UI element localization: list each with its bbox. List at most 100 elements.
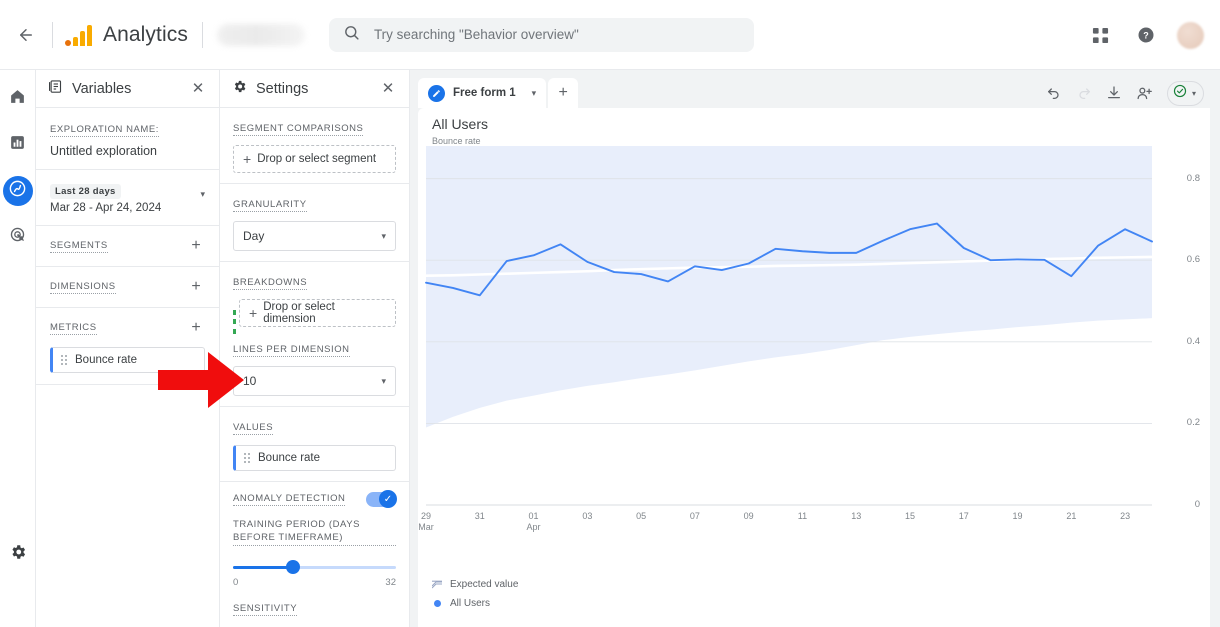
dimensions-label: DIMENSIONS bbox=[50, 280, 116, 294]
gear-icon bbox=[9, 543, 27, 566]
slider-knob[interactable] bbox=[286, 560, 301, 574]
search-icon bbox=[343, 24, 360, 46]
divider bbox=[52, 21, 53, 48]
download-icon[interactable] bbox=[1106, 85, 1122, 101]
close-icon[interactable]: ✕ bbox=[189, 80, 207, 98]
segments-label: SEGMENTS bbox=[50, 239, 108, 253]
chevron-down-icon[interactable]: ▾ bbox=[200, 189, 205, 200]
granularity-label: GRANULARITY bbox=[233, 199, 307, 212]
back-arrow-icon[interactable] bbox=[6, 15, 46, 55]
y-axis-tick: 0 bbox=[1194, 499, 1200, 510]
lines-per-dimension-label: LINES PER DIMENSION bbox=[233, 344, 350, 357]
granularity-select[interactable]: Day ▾ bbox=[233, 221, 396, 251]
x-axis-tick: 17 bbox=[958, 511, 969, 521]
metric-chip-label: Bounce rate bbox=[75, 354, 138, 366]
segment-dropzone-label: Drop or select segment bbox=[257, 153, 377, 165]
green-check-icon bbox=[1173, 84, 1187, 103]
exploration-name-section: EXPLORATION NAME: Untitled exploration bbox=[36, 108, 219, 170]
chevron-down-icon: ▾ bbox=[1191, 88, 1196, 98]
sidebar-item-home[interactable] bbox=[3, 84, 33, 114]
add-person-icon[interactable] bbox=[1136, 85, 1153, 102]
chart-card: All Users Bounce rate 0 0.2 0.4 0.6 0.8 29 Ma… bbox=[418, 108, 1210, 627]
analytics-logo-icon bbox=[65, 24, 92, 46]
date-range-value: Mar 28 - Apr 24, 2024 bbox=[50, 202, 162, 214]
brand-name: Analytics bbox=[103, 22, 188, 46]
training-period-slider[interactable] bbox=[233, 560, 396, 574]
breakdown-dropzone[interactable]: + Drop or select dimension bbox=[239, 299, 396, 327]
tab-free-form-1[interactable]: Free form 1 ▾ bbox=[418, 78, 547, 108]
variables-panel-title: Variables bbox=[72, 80, 132, 97]
undo-icon[interactable] bbox=[1046, 85, 1062, 101]
x-axis-tick: 21 bbox=[1066, 511, 1077, 521]
add-metric-button[interactable]: + bbox=[187, 319, 205, 337]
drag-handle-icon[interactable] bbox=[244, 453, 250, 463]
sensitivity-label: SENSITIVITY bbox=[233, 603, 298, 616]
pencil-edit-icon bbox=[428, 84, 445, 102]
x-axis-tick: 01 Apr bbox=[526, 511, 541, 532]
add-tab-button[interactable]: + bbox=[548, 78, 579, 108]
add-segment-button[interactable]: + bbox=[187, 237, 205, 255]
status-badge[interactable]: ▾ bbox=[1166, 80, 1204, 106]
anomaly-detection-line-chart[interactable] bbox=[418, 108, 1210, 627]
segment-dropzone[interactable]: + Drop or select segment bbox=[233, 145, 396, 173]
tab-label: Free form 1 bbox=[453, 87, 516, 99]
google-analytics-explore-page: Analytics ? bbox=[0, 0, 1220, 627]
close-icon[interactable]: ✕ bbox=[379, 80, 397, 98]
divider bbox=[201, 21, 203, 48]
date-range-chip: Last 28 days bbox=[50, 184, 121, 199]
lines-per-dimension-select[interactable]: 10 ▾ bbox=[233, 366, 396, 396]
legend-label: Expected value bbox=[450, 579, 519, 590]
x-axis-tick: 13 bbox=[851, 511, 862, 521]
segment-comparisons-section: SEGMENT COMPARISONS + Drop or select seg… bbox=[220, 108, 409, 184]
anomaly-detection-label: ANOMALY DETECTION bbox=[233, 493, 346, 506]
tab-bar: Free form 1 ▾ + ▾ bbox=[418, 78, 1210, 108]
dimensions-section: DIMENSIONS + bbox=[36, 267, 219, 308]
add-dimension-button[interactable]: + bbox=[187, 278, 205, 296]
date-range-section[interactable]: Last 28 days Mar 28 - Apr 24, 2024 ▾ bbox=[36, 170, 219, 226]
check-icon: ✓ bbox=[379, 490, 397, 508]
help-icon[interactable]: ? bbox=[1131, 20, 1161, 50]
variables-panel: Variables ✕ EXPLORATION NAME: Untitled e… bbox=[36, 70, 220, 627]
x-axis-tick: 31 bbox=[474, 511, 485, 521]
values-label: VALUES bbox=[233, 422, 274, 435]
granularity-value: Day bbox=[243, 229, 265, 243]
explore-compass-icon bbox=[8, 179, 27, 203]
apps-grid-icon[interactable] bbox=[1085, 20, 1115, 50]
segments-section: SEGMENTS + bbox=[36, 226, 219, 267]
x-axis-tick: 07 bbox=[689, 511, 700, 521]
x-axis-tick: 03 bbox=[582, 511, 593, 521]
sidebar-item-reports[interactable] bbox=[3, 130, 33, 160]
values-section: VALUES Bounce rate bbox=[220, 407, 409, 482]
sidebar-item-explore[interactable] bbox=[2, 176, 33, 206]
topbar-actions: ? bbox=[1085, 0, 1204, 70]
canvas-tools: ▾ bbox=[1046, 80, 1210, 106]
account-name-redacted[interactable] bbox=[216, 23, 305, 46]
avatar[interactable] bbox=[1177, 21, 1204, 49]
y-axis-tick: 0.4 bbox=[1186, 335, 1200, 347]
left-nav-rail bbox=[0, 70, 36, 627]
anomaly-detection-toggle[interactable]: ✓ bbox=[366, 490, 397, 508]
breakdown-dropzone-label: Drop or select dimension bbox=[263, 301, 335, 325]
redo-icon bbox=[1076, 85, 1092, 101]
chevron-down-icon[interactable]: ▾ bbox=[532, 88, 537, 99]
granularity-section: GRANULARITY Day ▾ bbox=[220, 184, 409, 262]
values-bounce-rate-chip[interactable]: Bounce rate bbox=[233, 445, 396, 471]
target-icon bbox=[9, 226, 26, 248]
variables-icon bbox=[48, 79, 63, 99]
exploration-name-value[interactable]: Untitled exploration bbox=[50, 144, 205, 158]
chart-legend: Expected value All Users bbox=[432, 579, 518, 617]
x-axis-tick: 29 Mar bbox=[418, 511, 434, 532]
variables-panel-header: Variables ✕ bbox=[36, 70, 219, 108]
sidebar-item-advertising[interactable] bbox=[3, 222, 33, 252]
legend-item-all-users[interactable]: All Users bbox=[432, 598, 518, 609]
x-axis-tick: 23 bbox=[1120, 511, 1131, 521]
chevron-down-icon: ▾ bbox=[381, 375, 386, 386]
legend-item-expected-value[interactable]: Expected value bbox=[432, 579, 518, 590]
settings-panel: Settings ✕ SEGMENT COMPARISONS + Drop or… bbox=[220, 70, 410, 627]
canvas-area: Free form 1 ▾ + ▾ All Users Bounce rate … bbox=[410, 70, 1220, 627]
drag-handle-icon[interactable] bbox=[61, 355, 67, 365]
search-input[interactable] bbox=[373, 27, 740, 42]
sidebar-item-admin[interactable] bbox=[3, 539, 33, 569]
search-bar[interactable] bbox=[328, 17, 754, 52]
settings-gear-icon bbox=[232, 79, 247, 99]
